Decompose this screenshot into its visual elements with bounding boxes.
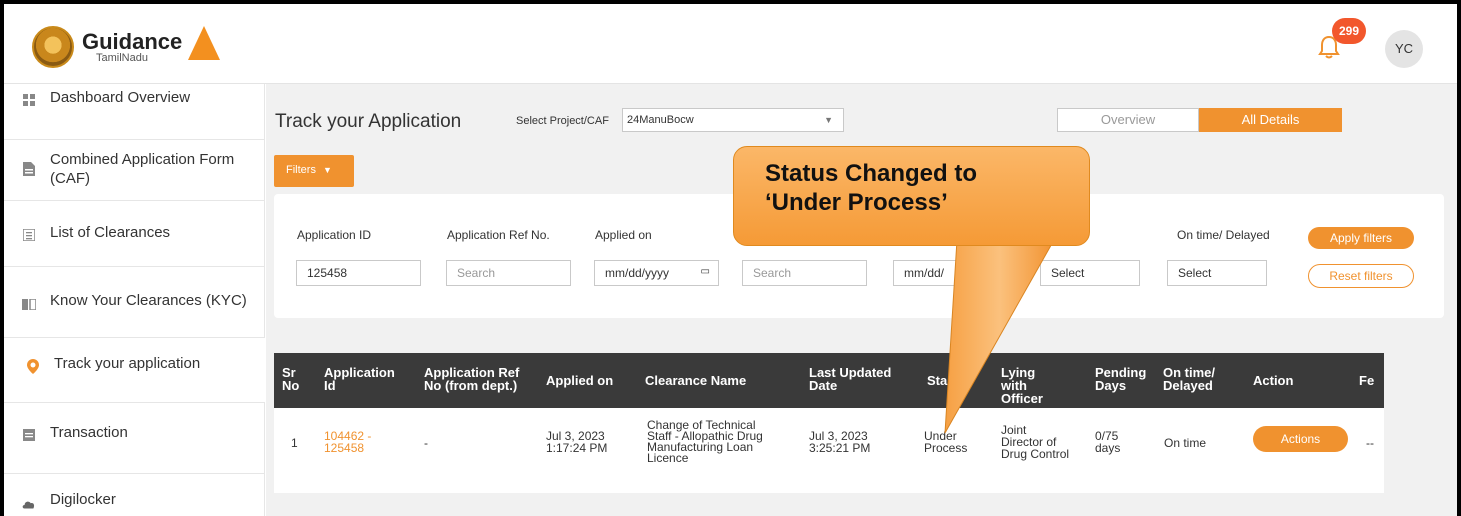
clearance-search-input[interactable]: Search [742,260,867,286]
col-ref-no: Application Ref No (from dept.) [424,365,520,393]
app-window: Guidance TamilNadu 299 YC Dashboard Over… [0,0,1461,516]
sidebar-item-kyc[interactable]: Know Your Clearances (KYC) [4,267,265,338]
cell-clearance-line4: Licence [647,451,689,465]
sidebar-item-label: Combined Application Form (CAF) [50,151,235,187]
ontime-select[interactable]: Select [1167,260,1267,286]
status-select[interactable]: Select [1040,260,1140,286]
applications-table: Sr No Application Id Application Ref No … [274,353,1384,493]
ref-no-label: Application Ref No. [447,228,550,242]
ontime-label: On time/ Delayed [1177,228,1270,242]
tab-overview[interactable]: Overview [1057,108,1199,132]
caret-down-icon: ▼ [323,165,332,175]
sidebar-item-dashboard[interactable]: Dashboard Overview [4,84,265,140]
sidebar-item-label: Transaction [50,424,128,441]
transaction-icon [22,428,36,442]
sidebar-item-transaction[interactable]: Transaction [4,403,265,474]
applied-on-date-input[interactable]: mm/dd/yyyy ▭ [594,260,719,286]
sidebar: Dashboard Overview Combined Application … [4,84,265,516]
applied-on-label: Applied on [595,228,652,242]
logo-title: Guidance [82,28,183,54]
sidebar-item-label: Digilocker [50,491,116,508]
application-id-label: Application ID [297,228,372,242]
sidebar-item-label: Dashboard Overview [50,89,191,106]
application-id-input[interactable]: 125458 [296,260,421,286]
logo-subtitle: TamilNadu [96,51,148,64]
cell-ontime: On time [1164,436,1207,450]
project-select[interactable]: 24ManuBocw ▼ [622,108,844,132]
main-content: Track your Application Select Project/CA… [266,84,1457,516]
col-lying-with: Lying with Officer [1001,365,1043,406]
col-action: Action [1253,373,1294,388]
notification-badge[interactable]: 299 [1332,18,1366,44]
cell-officer-line3: Drug Control [1001,447,1070,461]
cell-status-line2: Process [924,441,968,455]
ref-no-input[interactable]: Search [446,260,571,286]
cell-app-id-line2[interactable]: 125458 [324,442,364,454]
top-bar: Guidance TamilNadu 299 YC [4,4,1457,84]
col-applied-on: Applied on [546,373,614,388]
filter-panel: Application ID 125458 Application Ref No… [274,194,1444,318]
calendar-icon[interactable]: ▭ [701,266,710,277]
col-status: Sta [927,373,948,388]
col-ontime: On time/ Delayed [1163,365,1216,393]
col-fee: Fe [1359,373,1375,388]
last-updated-date-input[interactable]: mm/dd/ [893,260,1018,286]
actions-button[interactable]: Actions [1253,426,1348,452]
sidebar-item-label: Know Your Clearances (KYC) [50,292,247,309]
sidebar-item-track[interactable]: Track your application [4,338,265,403]
reset-filters-button[interactable]: Reset filters [1308,264,1414,288]
col-application-id: Application Id [324,365,395,393]
avatar[interactable]: YC [1385,30,1423,68]
sidebar-item-label: Track your application [54,355,201,372]
col-pending-days: Pending Days [1095,365,1147,393]
apply-filters-button[interactable]: Apply filters [1308,227,1414,249]
col-clearance-name: Clearance Name [645,373,747,388]
cell-applied-line2: 1:17:24 PM [546,441,608,455]
cell-ref: - [424,436,428,450]
sidebar-item-digilocker[interactable]: Digilocker [4,474,265,516]
book-icon [22,297,36,311]
emblem-icon [32,26,74,68]
grid-icon [22,93,36,107]
document-icon [22,162,36,176]
col-last-updated: Last Updated Date [809,365,892,393]
temple-tower-icon [188,26,221,60]
sidebar-item-caf[interactable]: Combined Application Form (CAF) [4,140,265,201]
chevron-down-icon: ▼ [824,115,833,125]
sidebar-item-label: List of Clearances [50,224,171,241]
cell-fee: -- [1366,436,1374,450]
tab-all-details[interactable]: All Details [1199,108,1342,132]
list-icon [22,228,36,242]
cell-sr: 1 [291,436,298,450]
sidebar-item-clearances[interactable]: List of Clearances [4,201,265,267]
cell-pending-line2: days [1095,441,1121,455]
table-header: Sr No Application Id Application Ref No … [274,353,1384,408]
page-title: Track your Application [275,111,462,132]
logo[interactable]: Guidance TamilNadu [32,26,221,68]
col-sr-no: Sr No [282,365,300,393]
cloud-icon [22,497,36,511]
location-pin-icon [26,358,40,374]
filters-button[interactable]: Filters ▼ [274,155,354,187]
select-project-label: Select Project/CAF [516,115,609,127]
cell-updated-line2: 3:25:21 PM [809,441,871,455]
